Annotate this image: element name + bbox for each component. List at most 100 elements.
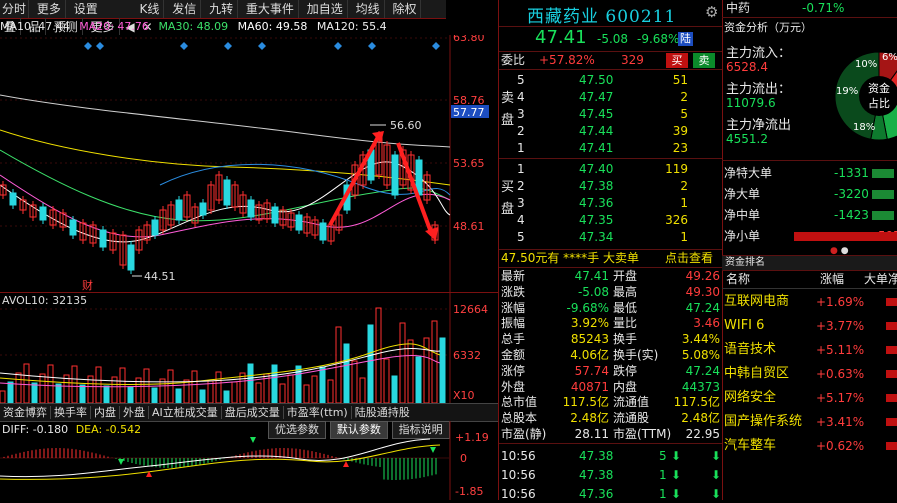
tab-pe[interactable]: 市盈率(ttm) (283, 406, 352, 419)
stat-value: 5.08% (681, 348, 720, 362)
bid-price: 47.38 (579, 179, 614, 193)
ask-row[interactable]: 2 47.44 39 (499, 122, 722, 140)
rank-row[interactable]: 网络安全 +5.17% (722, 387, 897, 409)
toolbar-exright[interactable]: 除权 (388, 0, 422, 18)
volume-bar (31, 382, 38, 403)
bid-row[interactable]: 2 47.38 2 (499, 177, 722, 195)
weibi-count: 329 (621, 53, 644, 67)
rank-pct: +1.69% (816, 295, 865, 309)
rank-row[interactable]: 语音技术 +5.11% (722, 339, 897, 361)
stock-name: 西藏药业 600211 (527, 7, 677, 27)
rank-list: 互联网电商 +1.69% WIFI 6 +3.77% 语音技术 +5.11% 中韩自贸区 +0… (722, 289, 897, 500)
tick-row: 10:56 47.36 1 ⬇ ⬇ (499, 485, 722, 503)
stat-row: 总股本 2.48亿 流通股 2.48亿 (499, 410, 722, 426)
ask-row[interactable]: 3 47.45 5 (499, 105, 722, 123)
sell-button[interactable]: 卖 (693, 53, 715, 68)
tab-turnover[interactable]: 换手率 (51, 406, 91, 419)
rank-name: 汽车整车 (724, 438, 777, 453)
net-order-row: 净中单 -1423 (722, 206, 897, 224)
candle-body (39, 206, 47, 221)
toolbar-jiuzhuan[interactable]: 九转 (205, 0, 239, 18)
toolbar-kline[interactable]: K线 (136, 0, 165, 18)
toolbar-fenshi[interactable]: 分时 (0, 0, 30, 18)
bid-row[interactable]: 1 47.40 119 (499, 160, 722, 178)
stat-label: 总手 (501, 332, 526, 347)
net-orders: 净特大单-1331净大单-3220净中单-1423净小单597● ● (722, 160, 897, 256)
tab-zijin[interactable]: 资金博弈 (0, 406, 51, 419)
rank-pct: +5.11% (816, 343, 865, 357)
kline-chart[interactable]: 56.60 44.51 财 63.80 58.76 57.77 53.65 48… (0, 35, 498, 295)
stat-row: 外盘 40871 内盘 44373 (499, 379, 722, 395)
volume-bar (167, 369, 174, 403)
tab-after-hours[interactable]: 盘后成交量 (221, 406, 284, 419)
bid-level: 3 (517, 196, 525, 210)
stat-value: 57.74 (574, 363, 609, 378)
gear-icon[interactable]: ⚙ (705, 3, 718, 21)
ma10-label: MA10: 47.44 (0, 20, 70, 33)
toolbar-add-favorite[interactable]: 加自选 (303, 0, 348, 18)
toolbar-fa[interactable]: 发信 (168, 0, 202, 18)
ask-row[interactable]: 1 47.41 23 (499, 139, 722, 157)
volume-bar (127, 386, 134, 403)
rank-title: 资金排名 (725, 257, 765, 268)
ask-book: 卖盘 5 47.50 51 4 47.47 2 3 47.45 5 2 47.44 39 1 47.41 2… (499, 70, 722, 159)
ma30-label: MA30: 48.09 (158, 20, 229, 33)
stat-row: 总市值 117.5亿 流通值 117.5亿 (499, 394, 722, 410)
candle-body (175, 199, 183, 221)
bid-volume: 2 (680, 179, 688, 193)
bid-row[interactable]: 4 47.35 326 (499, 211, 722, 229)
rank-row[interactable]: 互联网电商 +1.69% (722, 291, 897, 313)
candle-body (295, 214, 303, 231)
stat-row: 涨跌 -5.08 最高 49.30 (499, 284, 722, 300)
stat-value: 47.41 (574, 269, 609, 283)
toolbar-settings[interactable]: 设置 (70, 0, 102, 18)
tick-price: 47.38 (579, 449, 614, 463)
bid-price: 47.34 (579, 230, 614, 244)
tick-list[interactable]: 10:56 47.38 5 ⬇ ⬇ 10:56 47.38 1 ⬇ ⬇ 10:56 47.36 1 ⬇ ⬇ (499, 444, 722, 503)
volume-bar (55, 383, 62, 403)
tab-inner[interactable]: 内盘 (91, 406, 120, 419)
toolbar-ma[interactable]: 均线 (352, 0, 385, 18)
down-arrow-icon: ⬇ (711, 468, 722, 482)
pie-pct-2: 19% (836, 86, 858, 97)
fund-pie-chart[interactable]: 资金 占比 10% 19% 18% 6% (827, 40, 897, 152)
rank-head-name[interactable]: 名称 (726, 270, 750, 288)
stat-label: 涨停 (501, 363, 526, 378)
axis-price-1: 63.80 (453, 35, 485, 44)
toolbar-more[interactable]: 更多 (33, 0, 66, 18)
rank-row[interactable]: WIFI 6 +3.77% (722, 315, 897, 337)
vol-axis-unit: X10 (453, 389, 475, 402)
ask-row[interactable]: 5 47.50 51 (499, 71, 722, 89)
tab-ai-volume[interactable]: AI立桩成交量 (149, 406, 222, 419)
stat-label: 最新 (501, 269, 526, 283)
bid-row[interactable]: 3 47.36 1 (499, 194, 722, 212)
bid-level: 4 (517, 213, 525, 227)
weibi-value: +57.82% (539, 53, 595, 67)
volume-bar (151, 387, 158, 403)
rank-name: WIFI 6 (724, 318, 765, 333)
bid-row[interactable]: 5 47.34 1 (499, 228, 722, 246)
rank-row[interactable]: 汽车整车 +0.62% (722, 435, 897, 457)
rank-row[interactable]: 中韩自贸区 +0.63% (722, 363, 897, 385)
volume-bar (391, 375, 398, 403)
stat-label: 涨幅 (501, 300, 526, 315)
bid-price: 47.36 (579, 196, 614, 210)
indicator-tabs: 资金博弈 换手率 内盘 外盘 AI立桩成交量 盘后成交量 市盈率(ttm) 陆股通持股 (0, 403, 498, 422)
buy-button[interactable]: 买 (666, 53, 688, 68)
rank-bar (886, 322, 897, 330)
volume-chart[interactable]: 12664 6332 X10 (0, 293, 498, 403)
ask-row[interactable]: 4 47.47 2 (499, 88, 722, 106)
tab-hk-connect[interactable]: 陆股通持股 (352, 406, 413, 419)
ask-price: 47.47 (579, 90, 614, 104)
tab-outer[interactable]: 外盘 (120, 406, 149, 419)
stat-label: 内盘 (613, 379, 638, 394)
stat-value: 2.48亿 (570, 411, 609, 426)
view-big-order-link[interactable]: 点击查看 (665, 250, 713, 267)
volume-bar (239, 372, 246, 403)
rank-row[interactable]: 国产操作系统 +3.41% (722, 411, 897, 433)
toolbar-major-events[interactable]: 重大事件 (242, 0, 299, 18)
rank-head-pct[interactable]: 涨幅 (820, 270, 844, 288)
rank-head-bignet[interactable]: 大单净 (864, 270, 897, 288)
macd-chart[interactable]: +1.19 0 -1.85 (0, 421, 498, 500)
bid-volume: 119 (665, 162, 688, 176)
